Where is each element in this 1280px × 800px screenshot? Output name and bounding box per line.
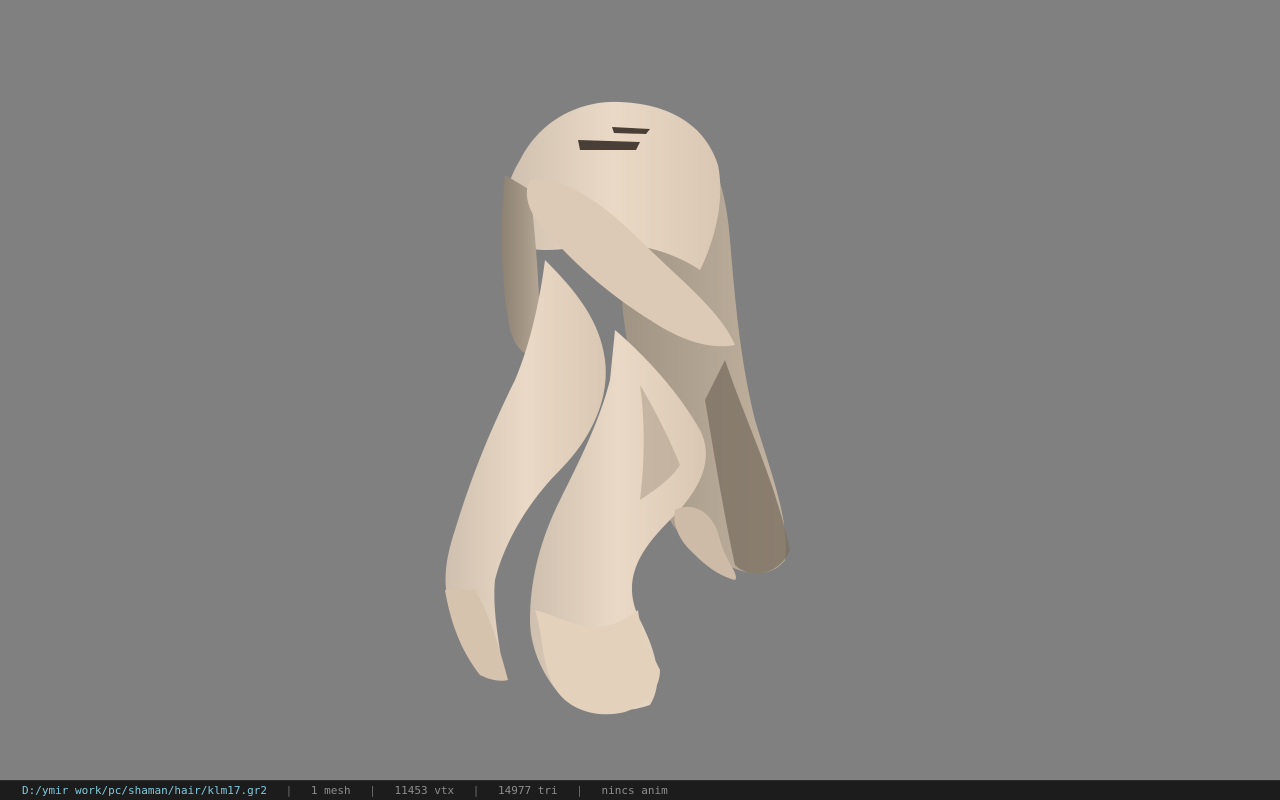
vertex-count: 11453 vtx [394,784,455,797]
animation-status: nincs anim [601,784,668,797]
separator: | [576,784,583,797]
hair-model-render [445,101,790,715]
status-bar: D:/ymir work/pc/shaman/hair/klm17.gr2 | … [0,780,1280,800]
separator: | [369,784,376,797]
triangle-count: 14977 tri [498,784,558,797]
separator: | [472,784,480,797]
separator: | [285,784,293,797]
file-path: D:/ymir work/pc/shaman/hair/klm17.gr2 [22,784,268,797]
mesh-count: 1 mesh [310,784,351,797]
3d-viewport[interactable] [0,0,1280,780]
hair-strand-left-tips [445,590,508,681]
